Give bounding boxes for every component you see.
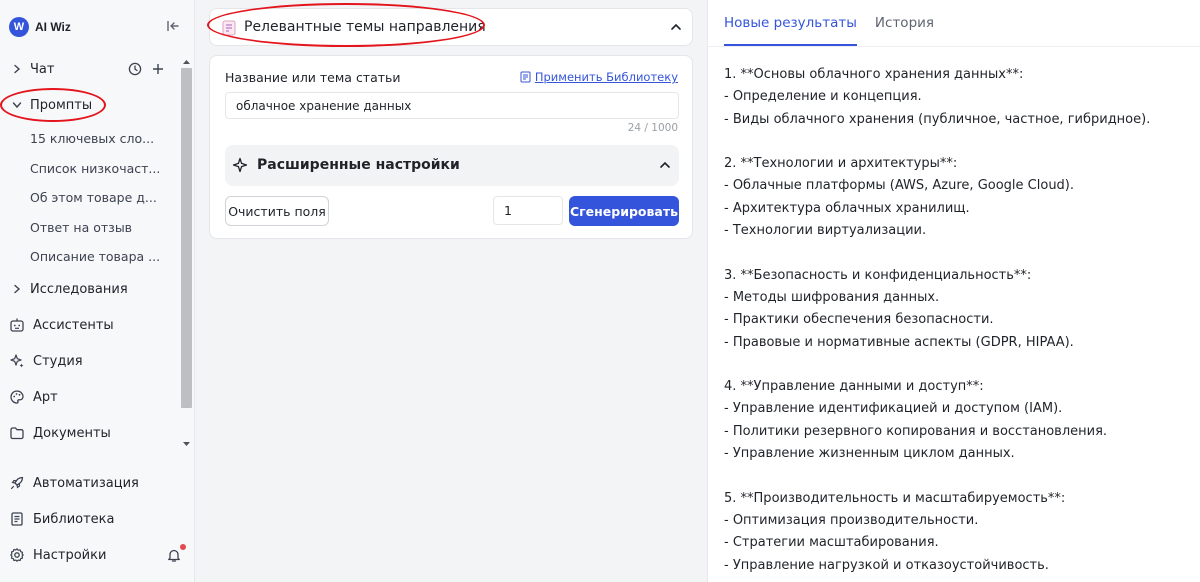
prompt-item[interactable]: Описание товара ... (30, 244, 170, 268)
sidebar-item-library[interactable]: Библиотека (0, 505, 178, 533)
result-line: - Виды облачного хранения (публичное, ча… (724, 111, 1151, 127)
sidebar-scrollbar[interactable] (181, 68, 192, 408)
library-icon (520, 71, 531, 83)
sidebar-item-label: Автоматизация (33, 475, 139, 491)
sidebar-item-label: Промпты (30, 97, 93, 113)
section-header[interactable]: Релевантные темы направления (209, 8, 693, 46)
prompt-form-panel: Релевантные темы направления Название ил… (195, 0, 707, 582)
chevron-right-icon (9, 61, 25, 77)
prompt-doc-icon (222, 20, 236, 36)
history-icon[interactable] (128, 62, 142, 80)
app-logo[interactable]: W AI Wiz (9, 15, 71, 39)
logo-icon: W (9, 17, 29, 37)
result-line: - Методы шифрования данных. (724, 289, 940, 305)
sidebar-item-label: Исследования (30, 281, 128, 297)
result-line: 4. **Управление данными и доступ**: (724, 379, 984, 395)
sidebar-item-assistants[interactable]: Ассистенты (0, 311, 178, 339)
chat-actions (128, 62, 164, 80)
apply-library-label: Применить Библиотеку (534, 70, 678, 84)
advanced-settings-toggle[interactable]: Расширенные настройки (225, 145, 679, 186)
sidebar-item-studio[interactable]: Студия (0, 347, 178, 375)
result-blank-line (724, 465, 1194, 487)
scroll-down-arrow[interactable] (181, 438, 192, 448)
app-name: AI Wiz (35, 20, 71, 34)
bell-icon[interactable] (166, 547, 182, 567)
prompt-item[interactable]: Список низкочаст... (30, 156, 170, 180)
result-blank-line (724, 131, 1194, 153)
tab-history[interactable]: История (875, 0, 934, 46)
sidebar-item-documents[interactable]: Документы (0, 419, 178, 447)
sidebar-item-art[interactable]: Арт (0, 383, 178, 411)
result-line: - Правовые и нормативные аспекты (GDPR, … (724, 334, 1074, 350)
robot-icon (9, 317, 25, 333)
result-line: - Практики обеспечения безопасности. (724, 312, 994, 328)
scroll-up-arrow[interactable] (181, 56, 192, 66)
result-line: - Управление идентификацией и доступом (… (724, 401, 1063, 417)
result-blank-line (724, 354, 1194, 376)
prompt-item[interactable]: Ответ на отзыв (30, 215, 170, 239)
sidebar-item-label: Студия (33, 353, 83, 369)
rocket-icon (9, 475, 25, 491)
sidebar-item-automation[interactable]: Автоматизация (0, 469, 178, 497)
sidebar-item-label: Арт (33, 389, 58, 405)
results-panel: Новые результаты История 1. **Основы обл… (707, 0, 1200, 582)
apply-library-link[interactable]: Применить Библиотеку (520, 70, 678, 84)
topic-field-label: Название или тема статьи (225, 70, 401, 85)
prompt-item[interactable]: Об этом товаре д... (30, 185, 170, 209)
topic-input[interactable]: облачное хранение данных (225, 92, 679, 119)
generate-button[interactable]: Сгенерировать (569, 196, 679, 226)
notification-dot (180, 544, 186, 550)
quantity-input[interactable]: 1 (493, 196, 563, 225)
advanced-settings-title: Расширенные настройки (257, 157, 460, 173)
palette-icon (9, 389, 25, 405)
result-line: - Определение и концепция. (724, 89, 922, 105)
clear-fields-button[interactable]: Очистить поля (225, 196, 329, 226)
sidebar-item-label: Настройки (33, 547, 107, 563)
results-tabs: Новые результаты История (724, 0, 952, 46)
chevron-right-icon (9, 281, 25, 297)
result-line: - Управление нагрузкой и отказоустойчиво… (724, 557, 1049, 573)
sidebar-item-label: Документы (33, 425, 111, 441)
result-line: - Политики резервного копирования и восс… (724, 423, 1108, 439)
result-line: 3. **Безопасность и конфиденциальность**… (724, 267, 1032, 283)
sidebar-item-label: Библиотека (33, 511, 115, 527)
result-line: - Оптимизация производительности. (724, 512, 979, 528)
result-blank-line (724, 242, 1194, 264)
sidebar-item-settings[interactable]: Настройки (0, 541, 178, 569)
prompt-item[interactable]: 15 ключевых сло... (30, 126, 170, 150)
result-line: - Облачные платформы (AWS, Azure, Google… (724, 178, 1075, 194)
sparkle-icon (9, 353, 25, 369)
sidebar-item-research[interactable]: Исследования (0, 275, 178, 303)
result-line: - Архитектура облачных хранилищ. (724, 200, 970, 216)
result-text: 1. **Основы облачного хранения данных**:… (724, 64, 1194, 577)
result-line: - Технологии виртуализации. (724, 223, 927, 239)
book-icon (9, 511, 25, 527)
char-counter: 24 / 1000 (627, 122, 678, 134)
add-chat-icon[interactable] (152, 63, 164, 79)
chevron-down-icon (9, 97, 25, 113)
gear-icon (9, 547, 25, 563)
chevron-up-icon (659, 159, 671, 175)
chevron-up-icon[interactable] (670, 21, 682, 37)
sidebar-item-label: Ассистенты (33, 317, 114, 333)
tab-divider (708, 46, 1200, 47)
result-line: 2. **Технологии и архитектуры**: (724, 156, 958, 172)
result-line: - Управление жизненным циклом данных. (724, 446, 1015, 462)
sidebar: W AI Wiz Чат Промпты 15 ключевых сло... … (0, 0, 195, 582)
sidebar-item-label: Чат (30, 61, 55, 77)
sparkle-icon (232, 157, 248, 177)
article-form: Название или тема статьи Применить Библи… (209, 55, 693, 239)
result-line: 1. **Основы облачного хранения данных**: (724, 67, 1024, 82)
sidebar-item-prompts[interactable]: Промпты (0, 91, 178, 119)
result-line: - Стратегии масштабирования. (724, 535, 939, 551)
folder-icon (9, 425, 25, 441)
section-title: Релевантные темы направления (244, 19, 486, 35)
tab-new-results[interactable]: Новые результаты (724, 0, 857, 46)
result-line: 5. **Производительность и масштабируемос… (724, 490, 1066, 506)
collapse-sidebar-icon[interactable] (165, 18, 181, 34)
